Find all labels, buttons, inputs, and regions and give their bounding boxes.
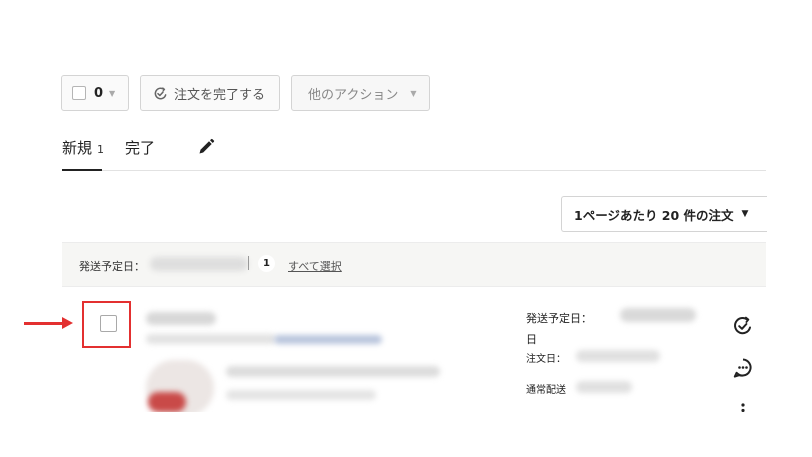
order-ship-date-label: 発送予定日： (526, 312, 592, 325)
per-page-label: 1ページあたり 20 件の注文 (574, 207, 734, 223)
redacted-buyer-name (146, 312, 216, 325)
redacted-link (274, 335, 382, 344)
chevron-down-icon: ▼ (109, 88, 116, 98)
shipping-method: 通常配送 (526, 385, 566, 396)
order-date-label: 注文日： (526, 354, 566, 365)
message-icon[interactable] (732, 357, 754, 379)
chevron-down-icon: ▼ (410, 88, 417, 98)
more-options-icon[interactable] (739, 400, 747, 412)
redacted-ship-date (150, 257, 248, 271)
tab-new[interactable]: 新規 1 (62, 137, 104, 158)
ship-date-group-header: 発送予定日： 1 すべて選択 (62, 242, 766, 287)
other-actions-dropdown[interactable]: 他のアクション ▼ (291, 75, 430, 111)
pencil-icon[interactable] (197, 138, 215, 156)
select-all-link[interactable]: すべて選択 (288, 258, 342, 274)
product-thumbnail-accent (148, 392, 186, 412)
annotation-arrow-icon (62, 317, 73, 329)
redacted-order-ship-date (620, 308, 696, 322)
tab-completed-label: 完了 (125, 139, 156, 157)
group-ship-date-label: 発送予定日： (79, 260, 145, 273)
complete-order-label: 注文を完了する (174, 87, 266, 103)
per-page-select[interactable]: 1ページあたり 20 件の注文 ▼ (561, 196, 767, 232)
order-ship-date-suffix: 日 (526, 333, 537, 346)
annotation-highlight-box (82, 301, 131, 348)
active-tab-indicator (62, 169, 102, 171)
tab-completed[interactable]: 完了 (125, 137, 155, 158)
redacted-product-title (226, 366, 440, 377)
redacted-shipping-detail (576, 381, 632, 393)
complete-order-button[interactable]: 注文を完了する (140, 75, 280, 111)
select-all-dropdown[interactable]: 0 ▼ (61, 75, 129, 111)
redacted-product-sub (226, 390, 376, 400)
order-row: 発送予定日： 日 注文日： 通常配送 (62, 286, 766, 412)
other-actions-label: 他のアクション (308, 87, 399, 103)
select-all-checkbox[interactable] (72, 86, 86, 100)
check-circle-arrow-icon (154, 86, 167, 99)
tab-new-count: 1 (97, 143, 105, 156)
complete-order-icon[interactable] (732, 315, 754, 337)
annotation-arrow-line (24, 322, 64, 325)
group-bracket (248, 256, 249, 270)
chevron-down-icon: ▼ (741, 209, 749, 219)
selected-count: 0 (94, 85, 104, 101)
tab-new-label: 新規 (62, 139, 93, 157)
group-count-badge: 1 (258, 255, 275, 272)
redacted-order-date (576, 350, 660, 362)
tabs-divider (62, 170, 766, 171)
redacted-buyer-detail (146, 334, 276, 344)
